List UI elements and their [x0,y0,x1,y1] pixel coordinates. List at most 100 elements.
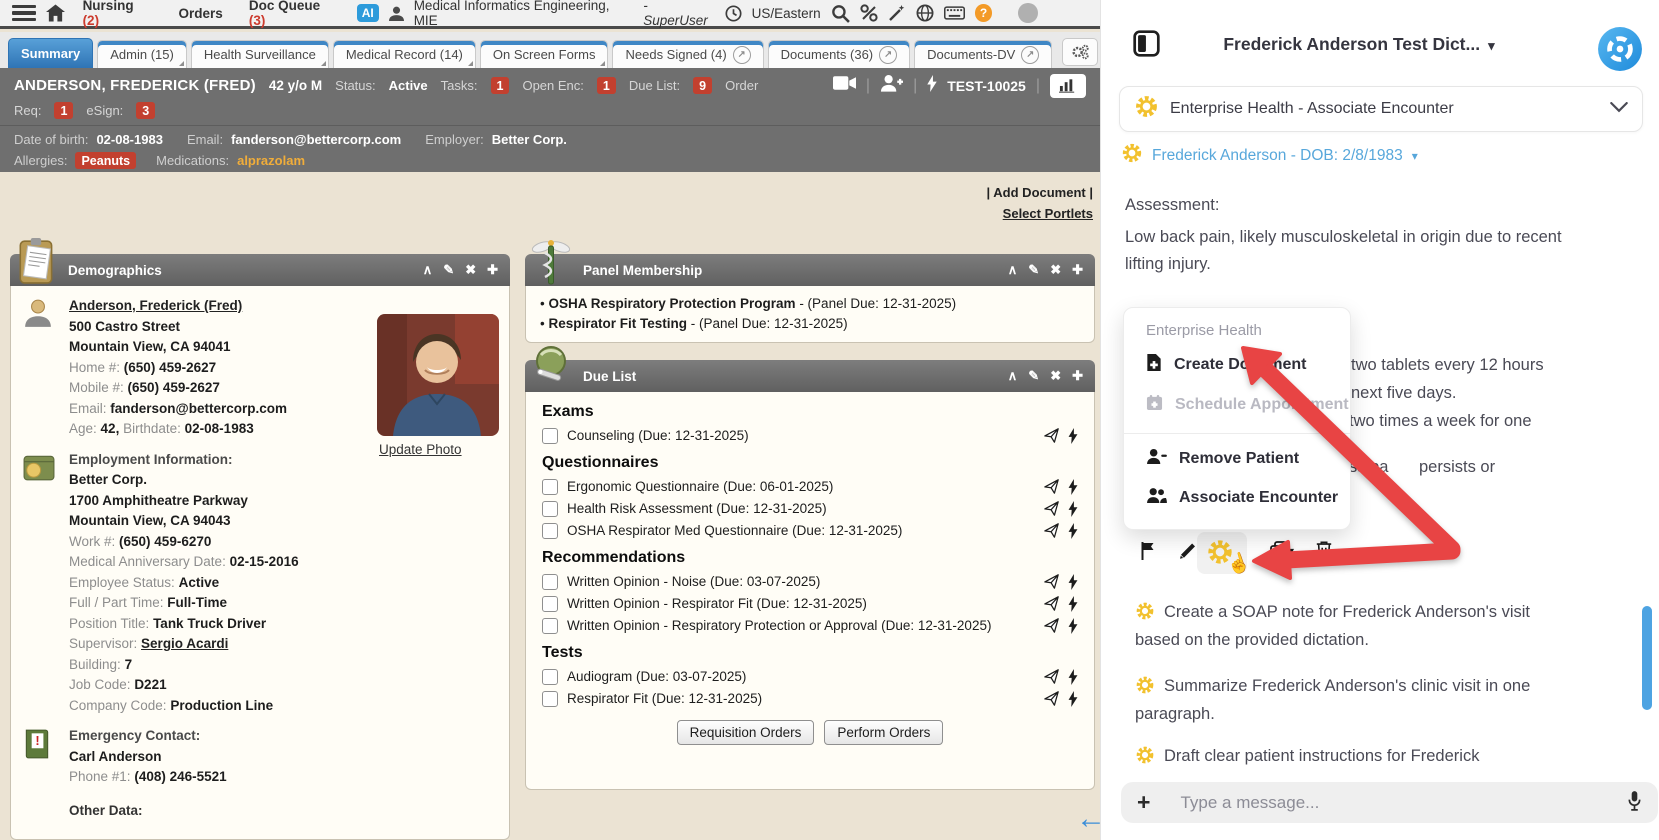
checkbox[interactable] [542,501,558,517]
checkbox[interactable] [542,428,558,444]
chart-button[interactable] [1050,74,1086,98]
allergy-badge[interactable]: Peanuts [75,152,136,169]
lightning-icon[interactable] [1068,574,1078,590]
trash-icon[interactable] [1315,539,1333,565]
collapse-icon[interactable]: ∧ [423,262,433,278]
suggestion-soap-note[interactable]: Create a SOAP note for Frederick Anderso… [1135,598,1559,654]
panel-membership-header[interactable]: Panel Membership ∧ ✎ ✖ ✚ [525,254,1095,286]
menu-item-schedule-appointment[interactable]: Schedule Appointment [1146,394,1350,416]
lightning-icon[interactable] [1068,428,1078,444]
suggestion-instructions[interactable]: Draft clear patient instructions for Fre… [1135,742,1635,770]
message-input[interactable] [1178,792,1627,814]
move-icon[interactable]: ✚ [1072,262,1083,278]
tab-health-surveillance[interactable]: Health Surveillance [191,40,329,68]
close-icon[interactable]: ✖ [1050,262,1061,278]
add-document-link[interactable]: | Add Document | [987,185,1093,200]
tab-documents[interactable]: Documents (36)↗ [768,40,910,68]
menu-item-remove-patient[interactable]: Remove Patient [1146,448,1350,470]
open-enc-badge[interactable]: 1 [597,77,616,94]
lightning-icon[interactable] [1068,596,1078,612]
ai-badge[interactable]: AI [357,4,379,22]
link-icon[interactable] [860,4,878,22]
checkbox[interactable] [542,669,558,685]
copy-icon[interactable]: ▾ [1269,540,1294,565]
video-camera-icon[interactable] [833,76,856,95]
send-icon[interactable] [1044,618,1059,634]
checkbox[interactable] [542,618,558,634]
suggestion-summarize[interactable]: Summarize Frederick Anderson's clinic vi… [1135,672,1559,728]
lightning-icon[interactable] [1068,501,1078,517]
tab-documents-dv[interactable]: Documents-DV↗ [914,40,1052,68]
req-badge[interactable]: 1 [54,102,73,119]
flag-icon[interactable] [1139,540,1158,566]
tab-admin[interactable]: Admin (15) [97,40,187,68]
send-icon[interactable] [1044,691,1059,707]
supervisor-link[interactable]: Sergio Acardi [141,636,228,651]
send-icon[interactable] [1044,523,1059,539]
nav-nursing[interactable]: Nursing (2) [83,0,153,28]
lightning-icon[interactable] [1068,618,1078,634]
sidebar-scrollbar[interactable] [1642,606,1652,710]
menu-item-create-document[interactable]: Create Document [1146,353,1350,377]
lightning-icon[interactable] [1068,669,1078,685]
tab-medical-record[interactable]: Medical Record (14) [333,40,476,68]
edit-icon[interactable]: ✎ [1028,262,1039,278]
patient-photo[interactable] [377,314,499,436]
encounter-select[interactable]: Enterprise Health - Associate Encounter [1119,86,1643,132]
tasks-badge[interactable]: 1 [491,77,510,94]
help-icon[interactable]: ? [975,4,993,22]
nav-orders[interactable]: Orders [179,6,223,21]
wand-icon[interactable] [888,4,906,22]
lightning-icon[interactable] [1068,479,1078,495]
avatar[interactable] [1018,3,1038,23]
close-icon[interactable]: ✖ [1050,368,1061,384]
update-photo-link[interactable]: Update Photo [379,442,462,457]
tab-needs-signed[interactable]: Needs Signed (4)↗ [612,40,763,68]
send-icon[interactable] [1044,501,1059,517]
title-dropdown-icon[interactable]: ▾ [1488,38,1495,53]
collapse-icon[interactable]: ∧ [1008,368,1018,384]
keyboard-icon[interactable] [944,6,965,20]
requisition-orders-button[interactable]: Requisition Orders [677,720,815,745]
edit-icon[interactable]: ✎ [443,262,454,278]
conversation-title[interactable]: Frederick Anderson Test Dict...▾ [1159,34,1559,55]
nav-doc-queue[interactable]: Doc Queue (3) [249,0,339,28]
medication-value[interactable]: alprazolam [237,153,305,168]
app-logo[interactable] [1597,26,1643,77]
attach-plus-icon[interactable]: + [1137,789,1150,816]
perform-orders-button[interactable]: Perform Orders [824,720,943,745]
patient-context-link[interactable]: Frederick Anderson - DOB: 2/8/1983 ▾ [1121,142,1418,169]
collapse-icon[interactable]: ∧ [1008,262,1018,278]
tab-on-screen-forms[interactable]: On Screen Forms [480,40,609,68]
lightning-icon[interactable] [1068,523,1078,539]
checkbox[interactable] [542,574,558,590]
checkbox[interactable] [542,479,558,495]
checkbox[interactable] [542,691,558,707]
patient-dropdown-icon[interactable]: ▾ [1412,149,1418,163]
send-icon[interactable] [1044,574,1059,590]
select-portlets-link[interactable]: Select Portlets [1003,206,1093,221]
add-person-icon[interactable] [880,74,903,97]
edit-pencil-icon[interactable] [1177,540,1197,565]
order-link[interactable]: Order [725,78,758,93]
lightning-icon[interactable] [927,75,937,97]
close-icon[interactable]: ✖ [465,262,476,278]
lightning-icon[interactable] [1068,691,1078,707]
panel-collapse-arrow[interactable]: ← [1076,802,1106,836]
send-icon[interactable] [1044,479,1059,495]
move-icon[interactable]: ✚ [487,262,498,278]
tab-summary[interactable]: Summary [8,38,93,68]
demographics-header[interactable]: Demographics ∧ ✎ ✖ ✚ [10,254,510,286]
send-icon[interactable] [1044,596,1059,612]
copy-dropdown-icon[interactable]: ▾ [1289,546,1294,557]
sidebar-toggle-icon[interactable] [1133,30,1160,62]
patient-name[interactable]: ANDERSON, FREDERICK (FRED) [14,77,256,94]
move-icon[interactable]: ✚ [1072,368,1083,384]
patient-name-link[interactable]: Anderson, Frederick (Fred) [69,298,242,313]
tab-settings-button[interactable] [1062,38,1098,66]
microphone-icon[interactable] [1627,790,1642,816]
send-icon[interactable] [1044,669,1059,685]
external-link-icon[interactable]: ↗ [1021,46,1039,64]
home-icon[interactable] [46,4,65,22]
external-link-icon[interactable]: ↗ [733,46,751,64]
